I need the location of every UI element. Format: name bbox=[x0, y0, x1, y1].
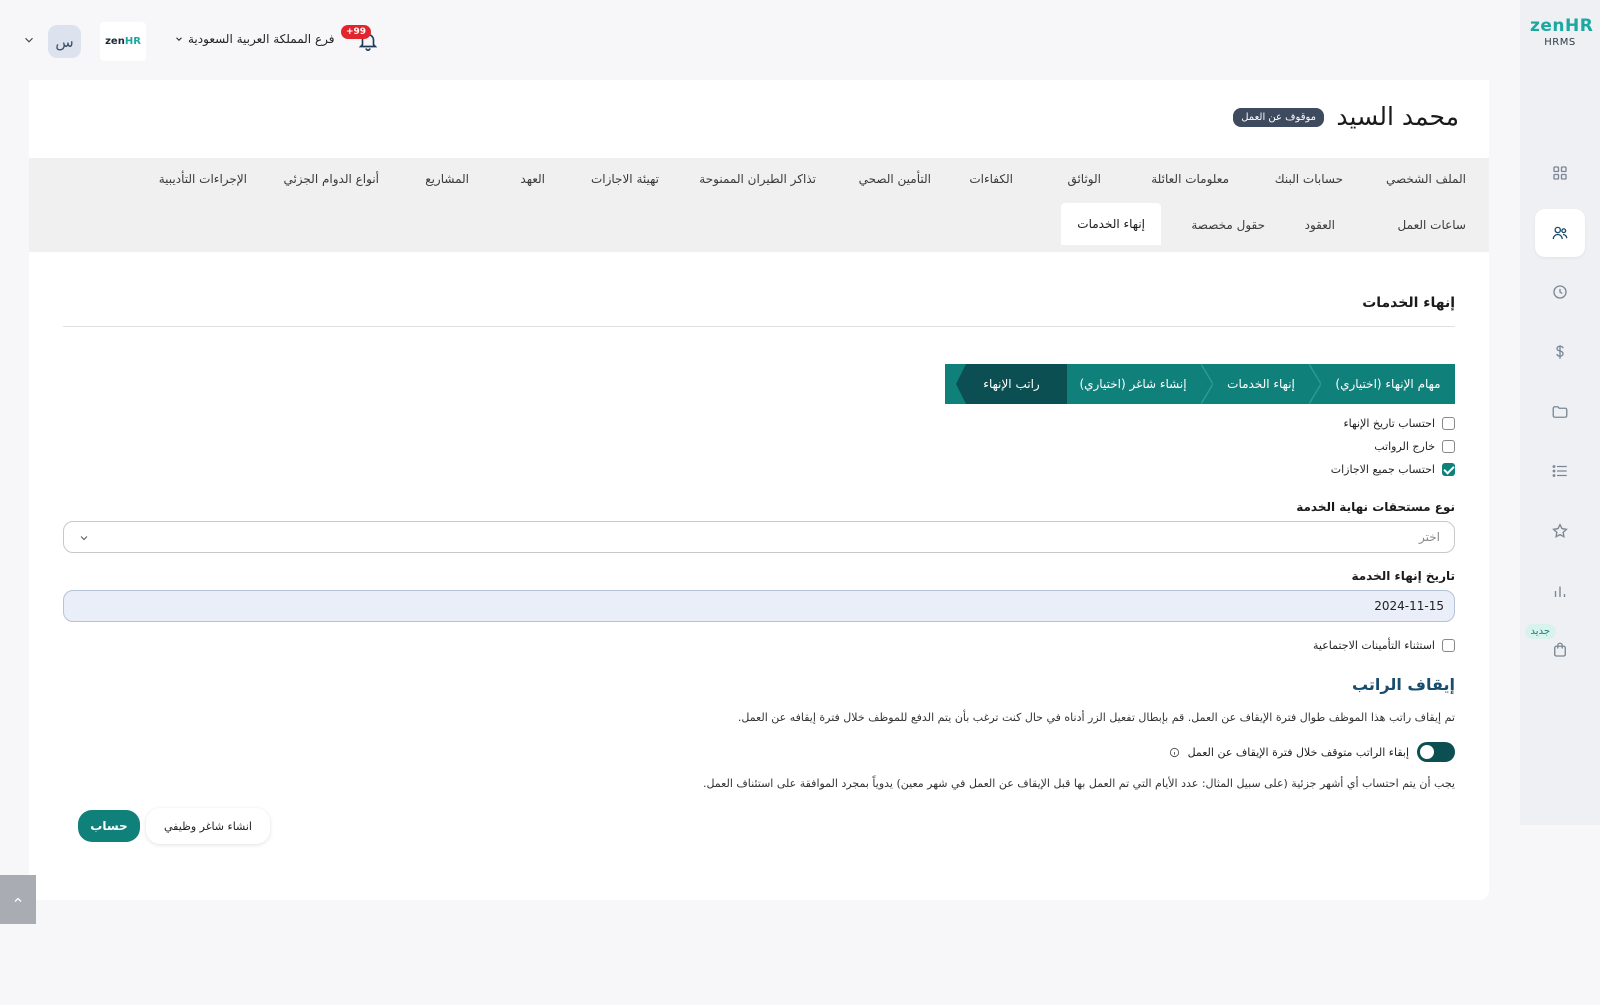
tab-profile[interactable]: الملف الشخصي bbox=[1386, 172, 1466, 186]
company-logo: zen HR bbox=[100, 22, 146, 61]
checkbox-label: احتساب تاريخ الإنهاء bbox=[1343, 417, 1435, 430]
scroll-to-top-button[interactable] bbox=[0, 875, 36, 924]
notification-badge: +99 bbox=[341, 25, 372, 39]
chevron-down-icon bbox=[176, 37, 182, 41]
clock-icon[interactable] bbox=[1535, 268, 1585, 316]
employees-icon[interactable] bbox=[1535, 209, 1585, 257]
calculate-button[interactable]: حساب bbox=[78, 810, 140, 842]
step-termination-tasks[interactable]: مهام الإنهاء (اختياري) bbox=[1321, 364, 1455, 404]
list-icon[interactable] bbox=[1535, 447, 1585, 495]
info-icon[interactable] bbox=[1169, 747, 1180, 758]
tab-contracts[interactable]: العقود bbox=[1305, 218, 1335, 232]
exclude-gosi-checkbox[interactable] bbox=[1442, 639, 1455, 652]
end-of-service-panel: إنهاء الخدمات مهام الإنهاء (اختياري) إنه… bbox=[29, 252, 1489, 900]
profile-tabs: الملف الشخصي حسابات البنك معلومات العائل… bbox=[29, 158, 1489, 252]
end-date-value: 2024-11-15 bbox=[1374, 599, 1444, 613]
tab-flight-tickets[interactable]: تذاكر الطيران الممنوحة bbox=[699, 172, 816, 186]
stop-salary-description: تم إيقاف راتب هذا الموظف طوال فترة الإيق… bbox=[737, 711, 1455, 724]
tab-end-of-service[interactable]: إنهاء الخدمات bbox=[1061, 203, 1161, 245]
branch-label: فرع المملكة العربية السعودية bbox=[188, 32, 335, 46]
end-date-input[interactable]: 2024-11-15 bbox=[63, 590, 1455, 622]
step-separator bbox=[1309, 364, 1321, 404]
calc-all-leaves-checkbox[interactable] bbox=[1442, 463, 1455, 476]
tab-projects[interactable]: المشاريع bbox=[425, 172, 469, 186]
tab-custody[interactable]: العهد bbox=[520, 172, 545, 186]
divider bbox=[63, 326, 1455, 327]
employee-name: محمد السيد bbox=[1336, 102, 1459, 131]
eos-type-label: نوع مستحقات نهاية الخدمة bbox=[1296, 500, 1455, 514]
avatar[interactable]: س bbox=[48, 25, 81, 58]
bar-chart-icon[interactable] bbox=[1535, 567, 1585, 615]
star-icon[interactable] bbox=[1535, 507, 1585, 555]
checkbox-row[interactable]: خارج الرواتب bbox=[1374, 440, 1455, 453]
tab-leave-setup[interactable]: تهيئة الاجازات bbox=[591, 172, 659, 186]
step-create-vacancy[interactable]: إنشاء شاغر (اختياري) bbox=[1065, 364, 1201, 404]
step-end-of-service[interactable]: إنهاء الخدمات bbox=[1213, 364, 1309, 404]
toggle-label: إبقاء الراتب متوقف خلال فترة الإيقاف عن … bbox=[1187, 745, 1409, 759]
brand-logo[interactable]: zenHR HRMS bbox=[1530, 16, 1594, 48]
partial-month-note: يجب أن يتم احتساب أي أشهر جزئية (على سبي… bbox=[702, 777, 1455, 790]
step-separator bbox=[1201, 364, 1213, 404]
eos-type-select[interactable]: اختر bbox=[63, 521, 1455, 553]
off-payroll-checkbox[interactable] bbox=[1442, 440, 1455, 453]
tab-health-insurance[interactable]: التأمين الصحي bbox=[859, 172, 931, 186]
logo-hr: HR bbox=[124, 36, 141, 47]
brand-sub: HRMS bbox=[1544, 37, 1576, 48]
top-bar: س zen HR فرع المملكة العربية السعودية +99 bbox=[0, 0, 1520, 80]
tab-documents[interactable]: الوثائق bbox=[1067, 172, 1101, 186]
shopping-bag-icon[interactable] bbox=[1535, 626, 1585, 674]
avatar-initial: س bbox=[55, 32, 74, 51]
end-date-label: تاريخ إنهاء الخدمة bbox=[1351, 569, 1455, 583]
stop-salary-toggle[interactable] bbox=[1417, 742, 1455, 762]
checkbox-label: خارج الرواتب bbox=[1374, 440, 1435, 453]
chevron-up-icon bbox=[14, 897, 22, 902]
calc-termination-date-checkbox[interactable] bbox=[1442, 417, 1455, 430]
branch-selector[interactable]: فرع المملكة العربية السعودية bbox=[174, 32, 334, 46]
select-placeholder: اختر bbox=[1419, 530, 1440, 544]
brand-zen: zen bbox=[1530, 16, 1566, 36]
chevron-down-icon bbox=[80, 536, 88, 541]
chevron-down-icon[interactable] bbox=[22, 33, 36, 47]
stop-salary-title: إيقاف الراتب bbox=[1351, 675, 1455, 694]
tab-custom-fields[interactable]: حقول مخصصة bbox=[1191, 218, 1265, 232]
tab-part-time-types[interactable]: أنواع الدوام الجزئي bbox=[283, 172, 379, 186]
checkbox-row[interactable]: احتساب تاريخ الإنهاء bbox=[1343, 417, 1455, 430]
step-final-salary[interactable]: راتب الإنهاء bbox=[956, 364, 1067, 404]
checkbox-label: استثناء التأمينات الاجتماعية bbox=[1312, 639, 1435, 652]
dashboard-icon[interactable] bbox=[1535, 149, 1585, 197]
dollar-icon[interactable] bbox=[1535, 328, 1585, 376]
section-title: إنهاء الخدمات bbox=[1362, 295, 1455, 311]
tab-working-hours[interactable]: ساعات العمل bbox=[1398, 218, 1466, 232]
brand-hr: HR bbox=[1565, 16, 1594, 36]
side-rail: zenHR HRMS جديد bbox=[1520, 0, 1600, 825]
create-vacancy-button[interactable]: انشاء شاغر وظيفي bbox=[146, 808, 270, 844]
folder-icon[interactable] bbox=[1535, 388, 1585, 436]
checkbox-row[interactable]: احتساب جميع الاجازات bbox=[1331, 463, 1455, 476]
status-badge: موقوف عن العمل bbox=[1233, 108, 1324, 127]
tab-disciplinary-actions[interactable]: الإجراءات التأديبية bbox=[159, 172, 247, 186]
checkbox-label: احتساب جميع الاجازات bbox=[1330, 463, 1435, 476]
logo-zen: zen bbox=[105, 36, 125, 47]
tab-family-info[interactable]: معلومات العائلة bbox=[1151, 172, 1229, 186]
employee-header: محمد السيد موقوف عن العمل bbox=[29, 80, 1489, 160]
checkbox-row[interactable]: استثناء التأمينات الاجتماعية bbox=[1313, 639, 1455, 652]
stop-salary-toggle-row: إبقاء الراتب متوقف خلال فترة الإيقاف عن … bbox=[1169, 742, 1455, 762]
tab-competencies[interactable]: الكفاءات bbox=[969, 172, 1013, 186]
tab-bank-accounts[interactable]: حسابات البنك bbox=[1275, 172, 1343, 186]
